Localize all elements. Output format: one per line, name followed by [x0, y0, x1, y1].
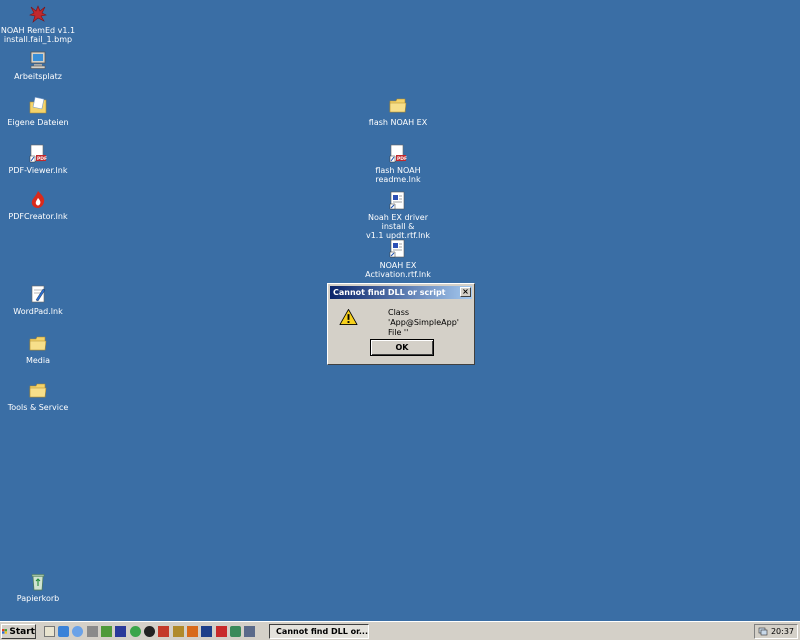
desktop-icon-label: WordPad.lnk [13, 307, 63, 316]
desktop-icon-wordpad[interactable]: WordPad.lnk [0, 285, 76, 316]
system-tray: 20:37 [754, 624, 798, 639]
recycle-bin-icon [31, 574, 45, 591]
network-icon[interactable] [758, 627, 768, 636]
dialog-message-line: Class 'App@SimpleApp' [388, 308, 459, 327]
desktop-icon-noah-ex-activation[interactable]: NOAH EX Activation.rtf.lnk [360, 239, 436, 279]
desktop-icon-eigene-dateien[interactable]: Eigene Dateien [0, 96, 76, 127]
red-puzzle-icon [29, 5, 47, 23]
globe-icon[interactable] [72, 626, 83, 637]
folder-icon [29, 383, 47, 398]
rtf-document-icon [389, 191, 405, 210]
dialog-titlebar[interactable]: Cannot find DLL or script × [330, 286, 472, 299]
blue-app-icon[interactable] [115, 626, 126, 637]
svg-text:PDF: PDF [37, 156, 47, 162]
settings-icon[interactable] [230, 626, 241, 637]
green-circle-icon[interactable] [130, 626, 141, 637]
folder-icon [29, 336, 47, 351]
desktop-icon-label: PDFCreator.lnk [8, 212, 68, 221]
desktop-icon-flash-noah-ex[interactable]: flash NOAH EX [360, 96, 436, 127]
rtf-document-icon [389, 239, 405, 258]
desktop-icon-label: Arbeitsplatz [14, 72, 62, 81]
pdf-quick-icon[interactable] [216, 626, 227, 637]
computer-icon [30, 51, 46, 69]
desktop-icon-tools-service[interactable]: Tools & Service [0, 381, 76, 412]
desktop-icon-label: NOAH RemEd v1.1 install.fail_1.bmp [0, 26, 76, 44]
clock[interactable]: 20:37 [771, 627, 794, 636]
start-label: Start [9, 626, 35, 637]
save-icon[interactable] [201, 626, 212, 637]
svg-text:PDF: PDF [397, 156, 407, 162]
explorer-icon[interactable] [58, 626, 69, 637]
show-desktop-icon[interactable] [44, 626, 55, 637]
desktop-icon-label: Eigene Dateien [7, 118, 69, 127]
desktop-icon-papierkorb[interactable]: Papierkorb [0, 572, 76, 603]
warning-icon [339, 308, 358, 326]
folder-icon [389, 98, 407, 113]
desktop-icon-label: flash NOAH EX [368, 118, 428, 127]
desktop-icon-arbeitsplatz[interactable]: Arbeitsplatz [0, 50, 76, 81]
desktop-icon-pdf-viewer[interactable]: PDF PDF-Viewer.lnk [0, 144, 76, 175]
desktop-icon-noah-ex-driver[interactable]: Noah EX driver install & v1.1 updt.rtf.l… [360, 191, 436, 240]
pdfcreator-icon [31, 191, 45, 208]
wordpad-icon [31, 285, 46, 303]
monitor-icon[interactable] [244, 626, 255, 637]
dialog-message-line: File '' [388, 328, 409, 337]
desktop-icon-label: Media [25, 356, 51, 365]
ok-button[interactable]: OK [370, 339, 434, 356]
green-app-icon[interactable] [101, 626, 112, 637]
dialog-close-button[interactable]: × [460, 287, 471, 297]
taskbar-button-dialog[interactable]: Cannot find DLL or... [269, 624, 369, 639]
error-dialog: Cannot find DLL or script × Class 'App@S… [327, 283, 475, 365]
desktop-icon-label: NOAH EX Activation.rtf.lnk [365, 261, 431, 279]
chart-icon[interactable] [187, 626, 198, 637]
desktop-icon-label: PDF-Viewer.lnk [8, 166, 68, 175]
red-app-icon[interactable] [158, 626, 169, 637]
dialog-title: Cannot find DLL or script [333, 288, 446, 297]
tool-icon[interactable] [87, 626, 98, 637]
desktop-icon-media[interactable]: Media [0, 334, 76, 365]
documents-folder-icon [29, 96, 47, 114]
pdf-icon: PDF [389, 144, 407, 163]
desktop-icon-flash-noah-readme[interactable]: PDF flash NOAH readme.lnk [360, 144, 436, 184]
windows-logo-icon [2, 629, 8, 634]
pdf-icon: PDF [29, 144, 47, 163]
key-icon[interactable] [173, 626, 184, 637]
desktop-icon-pdfcreator[interactable]: PDFCreator.lnk [0, 190, 76, 221]
desktop-icon-noah-remed[interactable]: NOAH RemEd v1.1 install.fail_1.bmp [0, 4, 76, 44]
taskbar: Start Cannot find DLL or... 20:37 [0, 621, 800, 640]
desktop-icon-label: Noah EX driver install & v1.1 updt.rtf.l… [365, 213, 431, 240]
desktop-icon-label: Papierkorb [16, 594, 60, 603]
desktop-icon-label: Tools & Service [7, 403, 69, 412]
taskbar-button-label: Cannot find DLL or... [276, 627, 368, 636]
black-circle-icon[interactable] [144, 626, 155, 637]
dialog-message: Class 'App@SimpleApp' File '' [388, 308, 474, 338]
start-button[interactable]: Start [1, 624, 36, 639]
desktop-icon-label: flash NOAH readme.lnk [375, 166, 421, 184]
